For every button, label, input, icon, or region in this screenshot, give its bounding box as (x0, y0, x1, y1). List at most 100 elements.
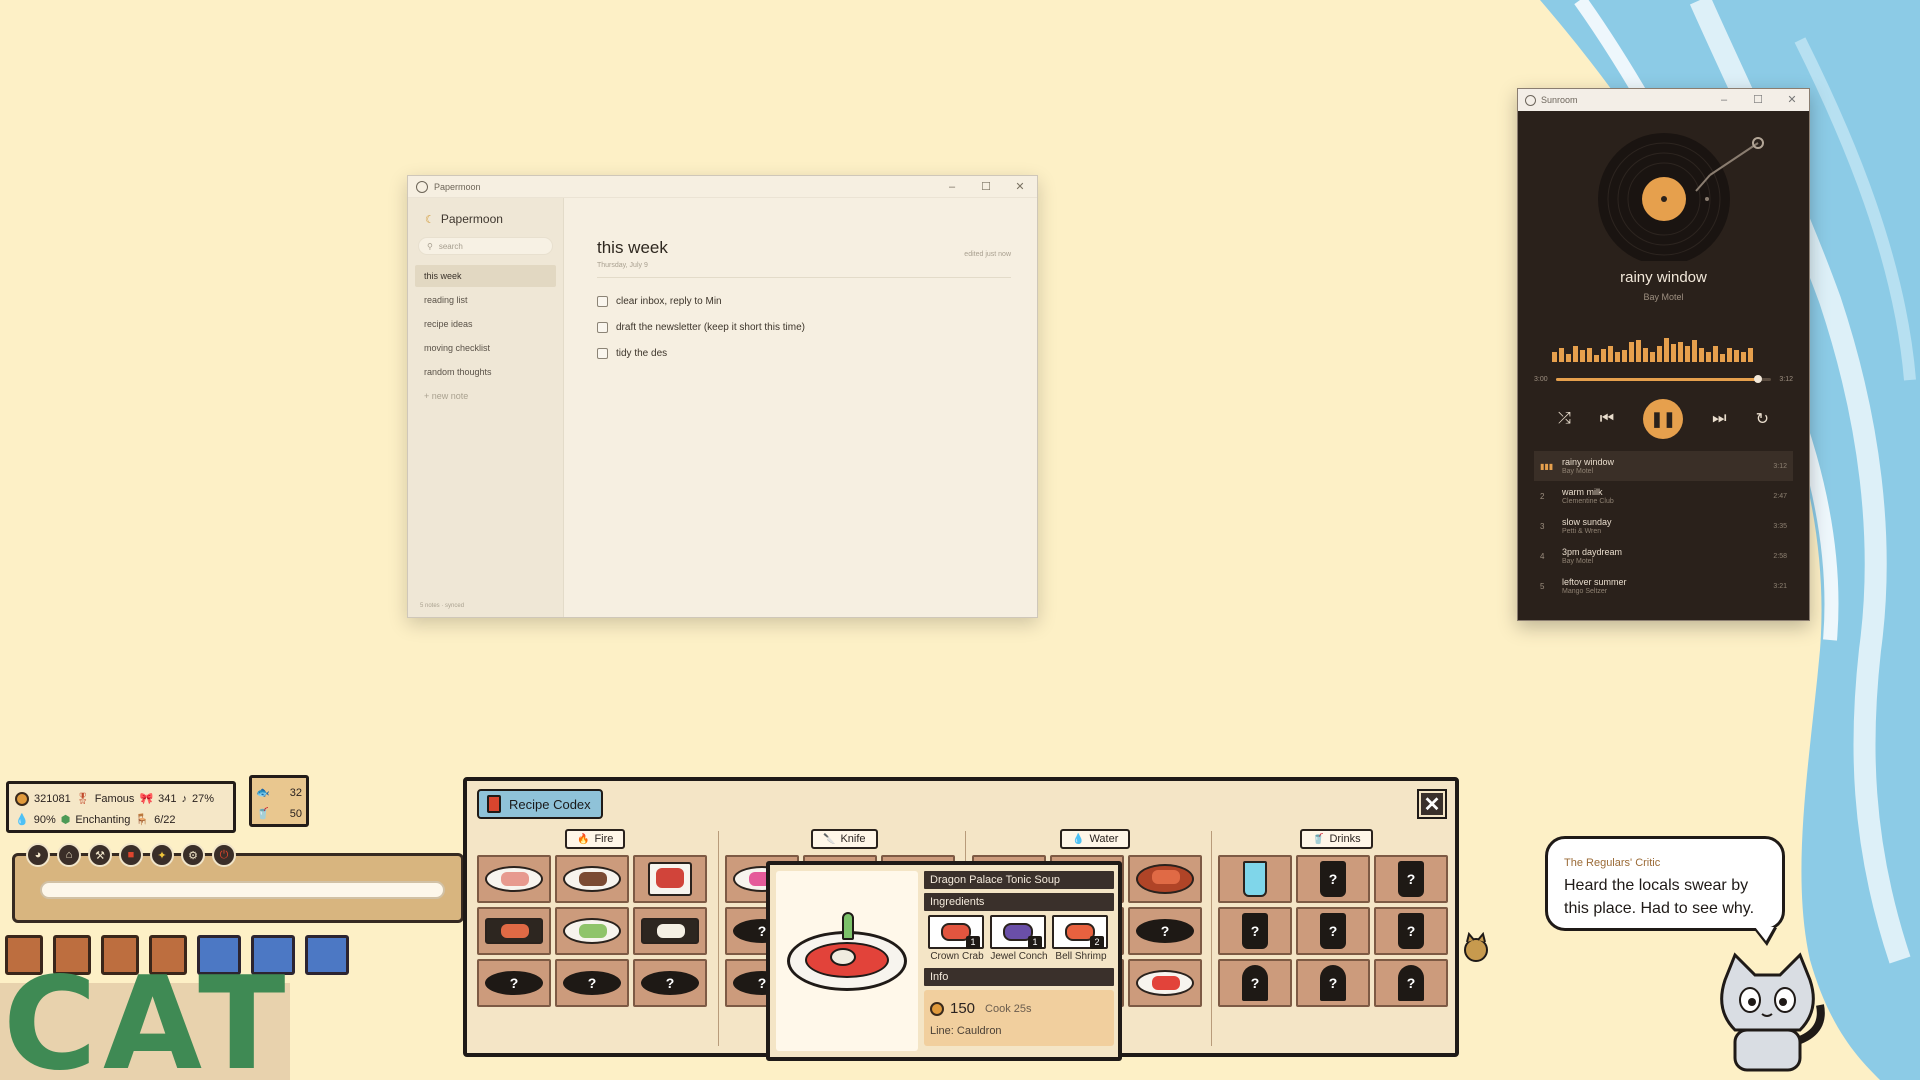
visualizer-bar (1594, 355, 1599, 362)
visualizer-bar (1615, 352, 1620, 362)
checkbox[interactable] (597, 321, 608, 333)
track-row[interactable]: 2 warm milk Clementine Club 2:47 (1534, 481, 1793, 511)
recipe-slot[interactable] (1128, 855, 1202, 903)
ingredient-bell-shrimp[interactable]: 2 Bell Shrimp (1052, 915, 1110, 962)
drink-slot-locked[interactable]: ? (1218, 959, 1292, 1007)
drink-slot-locked[interactable]: ? (1218, 907, 1292, 955)
recipe-slot[interactable] (477, 855, 551, 903)
checkbox[interactable] (597, 347, 608, 359)
note-item-moving-checklist[interactable]: moving checklist (415, 337, 556, 359)
checkbox[interactable] (597, 295, 608, 307)
todo-text[interactable]: clear inbox, reply to Min (616, 296, 722, 307)
category-label: Knife (840, 833, 866, 845)
todo-text[interactable]: tidy the des (616, 348, 667, 359)
unknown-drink-icon: ? (1320, 913, 1346, 949)
close-button[interactable]: ✕ (1775, 89, 1809, 111)
unknown-dish-icon: ? (641, 971, 699, 995)
pause-button[interactable]: ❚❚ (1643, 399, 1684, 439)
drink-slot-locked[interactable]: ? (1296, 855, 1370, 903)
track-row[interactable]: 3 slow sunday Petti & Wren 3:35 (1534, 511, 1793, 541)
stop-icon[interactable]: ■ (119, 843, 143, 867)
drink-slot-locked[interactable]: ? (1374, 907, 1448, 955)
cat-face-icon[interactable]: ◕ (26, 843, 50, 867)
minimize-button[interactable]: – (1707, 89, 1741, 111)
seek-handle[interactable] (1754, 375, 1763, 383)
minimize-button[interactable]: – (935, 176, 969, 198)
visualizer-bar (1692, 340, 1697, 362)
visualizer-bar (1587, 348, 1592, 362)
drinks-recipe-grid: ? ? ? ? ? ? ? ? (1218, 855, 1448, 1007)
drink-slot-locked[interactable]: ? (1296, 907, 1370, 955)
todo-item[interactable]: tidy the des (597, 340, 1011, 366)
cooler[interactable] (305, 935, 349, 975)
search-input[interactable]: ⚲ search (418, 237, 553, 255)
fire-filter-button[interactable]: 🔥 Fire (565, 829, 626, 849)
hammer-icon[interactable]: ⚒ (88, 843, 112, 867)
note-item-this-week[interactable]: this week (415, 265, 556, 287)
iced-drink-icon (1243, 861, 1267, 897)
sunroom-titlebar[interactable]: Sunroom – ☐ ✕ (1518, 89, 1809, 111)
close-button[interactable]: ✕ (1003, 176, 1037, 198)
note-title[interactable]: this week (597, 238, 1011, 258)
visualizer-bar (1720, 354, 1725, 362)
shuffle-icon[interactable]: ⤮ (1558, 410, 1571, 428)
drink-slot[interactable] (1218, 855, 1292, 903)
recipe-codex-tab[interactable]: Recipe Codex (477, 789, 603, 819)
recipe-slot[interactable] (477, 907, 551, 955)
track-row[interactable]: ▮▮▮ rainy window Bay Motel 3:12 (1534, 451, 1793, 481)
track-artist: Petti & Wren (1562, 528, 1602, 535)
bulb-icon[interactable]: ✦ (150, 843, 174, 867)
next-icon[interactable]: ⏭ (1712, 410, 1726, 428)
drink-slot-locked[interactable]: ? (1374, 959, 1448, 1007)
recipe-detail-popup: Dragon Palace Tonic Soup Ingredients 1 C… (766, 861, 1122, 1061)
power-icon[interactable]: ⏻ (212, 843, 236, 867)
track-row[interactable]: 5 leftover summer Mango Seltzer 3:21 (1534, 571, 1793, 601)
close-codex-button[interactable]: ✕ (1417, 789, 1447, 819)
water-drop-icon: 💧 (15, 814, 29, 826)
maximize-button[interactable]: ☐ (969, 176, 1003, 198)
track-list: ▮▮▮ rainy window Bay Motel 3:12 2 warm mi… (1534, 451, 1793, 601)
seat-count: 6/22 (154, 813, 176, 826)
recipe-slot[interactable] (555, 855, 629, 903)
dish-icon (485, 918, 543, 944)
todo-text[interactable]: draft the newsletter (keep it short this… (616, 322, 805, 333)
track-row[interactable]: 4 3pm daydream Bay Motel 2:58 (1534, 541, 1793, 571)
restaurant-stats-panel: 321081 🎖 Famous 🎀 341 ♪ 27% 💧 90% ⬢ Ench… (6, 781, 236, 833)
cooking-line: Line: Cauldron (930, 1025, 1002, 1037)
drink-slot-locked[interactable]: ? (1296, 959, 1370, 1007)
recipe-slot[interactable] (633, 907, 707, 955)
maximize-button[interactable]: ☐ (1741, 89, 1775, 111)
ingredient-jewel-conch[interactable]: 1 Jewel Conch (990, 915, 1048, 962)
note-item-random-thoughts[interactable]: random thoughts (415, 361, 556, 383)
gear-icon[interactable]: ⚙ (181, 843, 205, 867)
visualizer-bar (1580, 350, 1585, 362)
recipe-slot-locked[interactable]: ? (633, 959, 707, 1007)
repeat-icon[interactable]: ↻ (1756, 409, 1769, 429)
order-bar (40, 881, 445, 899)
track-title: leftover summer (1562, 577, 1627, 587)
recipe-slot[interactable] (555, 907, 629, 955)
recipe-slot-locked[interactable]: ? (555, 959, 629, 1007)
ingredient-crown-crab[interactable]: 1 Crown Crab (928, 915, 986, 962)
fish-icon: 🐟 (256, 787, 270, 799)
drink-slot-locked[interactable]: ? (1374, 855, 1448, 903)
seek-bar[interactable] (1555, 375, 1772, 383)
column-divider (1211, 831, 1212, 1046)
track-title: slow sunday (1562, 517, 1612, 527)
visualizer-bar (1636, 340, 1641, 362)
todo-item[interactable]: clear inbox, reply to Min (597, 288, 1011, 314)
previous-icon[interactable]: ⏮ (1600, 410, 1614, 428)
todo-item[interactable]: draft the newsletter (keep it short this… (597, 314, 1011, 340)
recipe-slot-locked[interactable]: ? (477, 959, 551, 1007)
cup-icon: 🥤 (1312, 833, 1325, 845)
recipe-slot[interactable] (633, 855, 707, 903)
note-item-recipe-ideas[interactable]: recipe ideas (415, 313, 556, 335)
shop-icon[interactable]: ⌂ (57, 843, 81, 867)
recipe-slot-locked[interactable]: ? (1128, 907, 1202, 955)
recipe-slot[interactable] (1128, 959, 1202, 1007)
drinks-filter-button[interactable]: 🥤 Drinks (1300, 829, 1373, 849)
knife-filter-button[interactable]: 🔪 Knife (811, 829, 878, 849)
new-note-button[interactable]: + new note (408, 385, 563, 407)
water-filter-button[interactable]: 💧 Water (1060, 829, 1131, 849)
note-item-reading-list[interactable]: reading list (415, 289, 556, 311)
